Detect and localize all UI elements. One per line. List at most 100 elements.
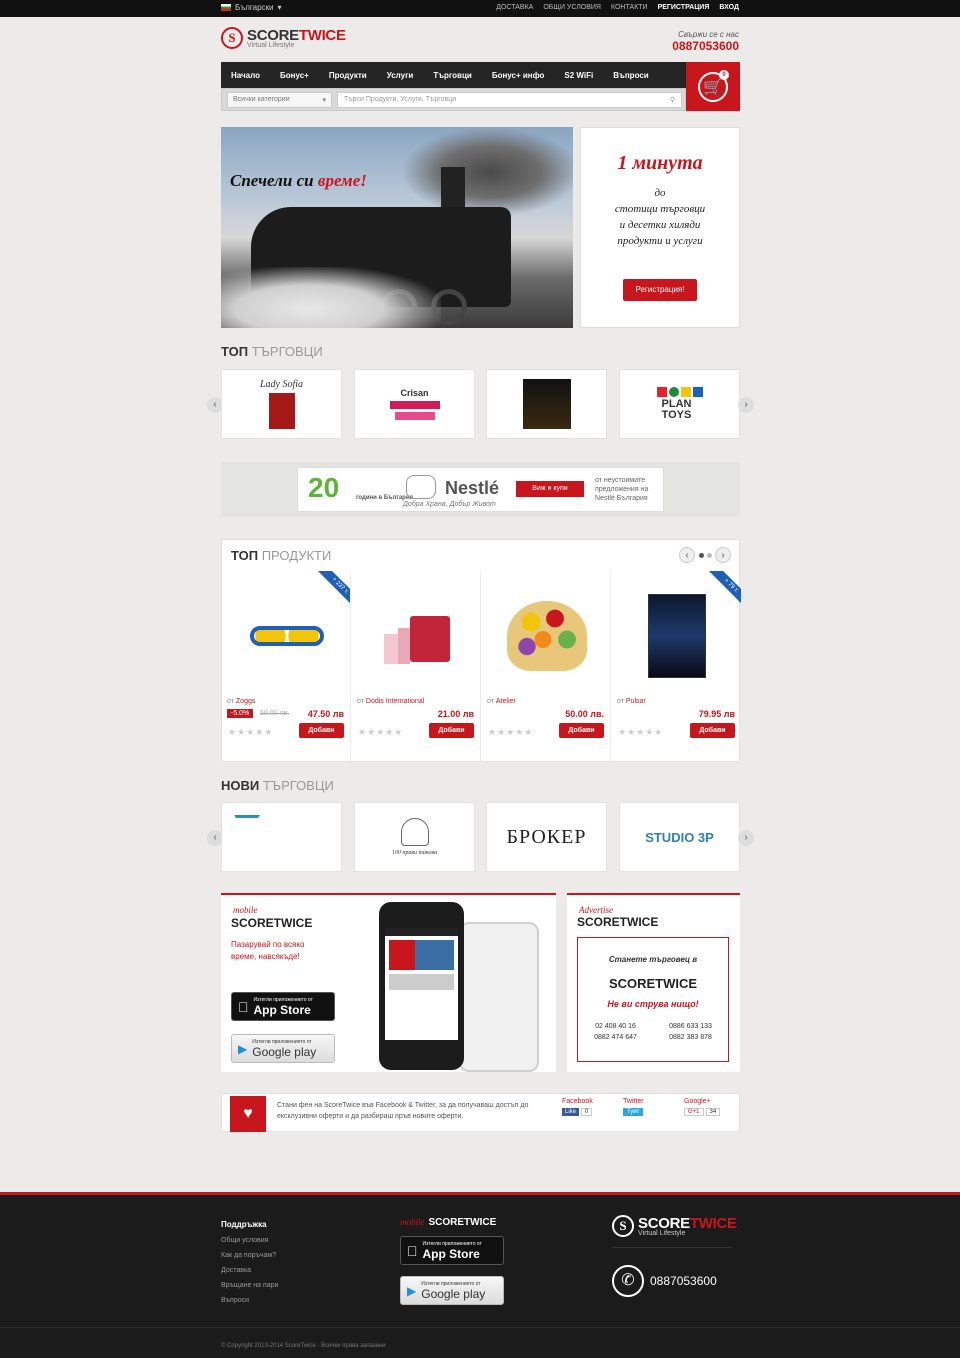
footer-link-terms[interactable]: Общи условия xyxy=(221,1237,278,1244)
promo-line: продукти и услуги xyxy=(617,235,703,247)
register-button[interactable]: Регистрация! xyxy=(623,279,697,301)
cart-button[interactable]: 🛒 0 xyxy=(686,62,740,111)
nav-item-bonus[interactable]: Бонус+ xyxy=(270,71,319,80)
gift-set-image xyxy=(382,606,452,666)
search-icon[interactable]: ⚲ xyxy=(670,96,675,104)
rating-stars[interactable]: ★★★★★ xyxy=(618,727,663,738)
products-next-arrow[interactable]: › xyxy=(715,547,731,563)
product-price: 21.00 лв xyxy=(437,709,474,719)
footer-google-play-button[interactable]: ▶ Изтегли приложението от Google play xyxy=(400,1276,504,1305)
merchant-card[interactable]: 100 прави такова xyxy=(354,802,475,872)
bulgaria-flag-icon xyxy=(221,4,231,11)
promo-line: стотици търговци xyxy=(614,203,706,215)
merchant-link[interactable]: Dodis International xyxy=(366,698,424,705)
merchant-logo-image xyxy=(389,401,440,409)
google-play-button[interactable]: ▶ Изтегли приложението от Google play xyxy=(231,1034,335,1063)
add-to-cart-button[interactable]: Добави xyxy=(559,723,604,738)
header-phone[interactable]: 0887053600 xyxy=(672,39,739,53)
merchant-card[interactable]: БРОКЕР xyxy=(486,802,607,872)
merchant-logo-text: PLAN TOYS xyxy=(661,398,692,421)
appstore-button[interactable]:  Изтегли приложението отApp Store xyxy=(231,992,335,1021)
footer-link-refund[interactable]: Връщане на пари xyxy=(221,1282,278,1289)
rating-stars[interactable]: ★★★★★ xyxy=(358,727,403,738)
twitter-tweet-button[interactable]: Туит xyxy=(623,1108,644,1116)
hero-smoke xyxy=(401,127,573,217)
product-card[interactable]: от Atelier 50.00 лв. ★★★★★ Добави xyxy=(482,571,611,761)
carousel-dot[interactable] xyxy=(699,553,704,558)
plantoys-shapes-icon xyxy=(656,387,703,397)
link-login[interactable]: ВХОД xyxy=(719,4,739,11)
merchant-link[interactable]: Zoggs xyxy=(236,698,255,705)
category-select[interactable]: Всички категории ▾ xyxy=(227,92,332,108)
link-terms[interactable]: ОБЩИ УСЛОВИЯ xyxy=(543,4,601,11)
hero-title-prefix: Спечели си xyxy=(230,171,314,190)
merchant-card[interactable]: Crisan xyxy=(354,369,475,439)
nav-item-services[interactable]: Услуги xyxy=(377,71,424,80)
add-to-cart-button[interactable]: Добави xyxy=(299,723,344,738)
products-prev-arrow[interactable]: ‹ xyxy=(679,547,695,563)
product-card[interactable]: от Dodis International 21.00 лв ★★★★★ До… xyxy=(352,571,481,761)
product-card[interactable]: + 79 т. от Pulsar 79.95 лв ★★★★★ Добави xyxy=(612,571,741,761)
google-play-icon: ▶ xyxy=(407,1283,417,1298)
hero-banner[interactable]: Спечели си време! xyxy=(221,127,573,328)
nav-item-bonus-info[interactable]: Бонус+ инфо xyxy=(482,71,555,80)
footer-link-faq[interactable]: Въпроси xyxy=(221,1297,278,1304)
footer-link-howto[interactable]: Как да поръчам? xyxy=(221,1252,278,1259)
chevron-down-icon: ▾ xyxy=(322,97,326,104)
nav-item-faq[interactable]: Въпроси xyxy=(603,71,658,80)
android-phone-image xyxy=(459,922,539,1072)
footer-link-delivery[interactable]: Доставка xyxy=(221,1267,278,1274)
carousel-dot[interactable] xyxy=(707,553,712,558)
diablo-game-image xyxy=(648,594,706,678)
nav-item-home[interactable]: Начало xyxy=(221,71,270,80)
language-selector[interactable]: Български ▾ xyxy=(221,3,282,12)
facebook-col: Facebook Like 0 xyxy=(562,1098,593,1116)
footer-mobile-brand: SCORETWICE xyxy=(428,1217,497,1228)
product-card[interactable]: + 237 т. от Zoggs -5.0% 50.00 лв. 47.50 … xyxy=(222,571,351,761)
header-contact: Свържи се с нас 0887053600 xyxy=(672,30,739,53)
nav-item-wifi[interactable]: S2 WiFi xyxy=(554,71,603,80)
mobile-script: mobile xyxy=(233,905,258,915)
merchant-card[interactable] xyxy=(221,802,342,872)
appstore-label: App Store xyxy=(412,1246,480,1261)
merchant-card[interactable]: STUDIO 3P xyxy=(619,802,740,872)
search-input[interactable]: Търси Продукти, Услуги, Търговци ⚲ xyxy=(337,92,682,108)
promo-box: 1 минута до стотици търговци и десетки х… xyxy=(580,127,740,328)
nav-item-merchants[interactable]: Търговци xyxy=(423,71,481,80)
link-register[interactable]: РЕГИСТРАЦИЯ xyxy=(658,4,710,11)
merchant-logo-image xyxy=(522,379,571,429)
add-to-cart-button[interactable]: Добави xyxy=(690,723,735,738)
merchant-card[interactable]: PLAN TOYS xyxy=(619,369,740,439)
copyright: © Copyright 2013-2014 ScoreTwice · Всичк… xyxy=(221,1343,386,1349)
footer-logo[interactable]: S SCORETWICE Virtual Lifestyle xyxy=(612,1215,737,1237)
rating-stars[interactable]: ★★★★★ xyxy=(488,727,533,738)
social-bar: ♥ Стани фен на ScoreTwice във Facebook &… xyxy=(221,1093,740,1132)
nestle-banner[interactable]: 20 години в България Nestlé Добра Храна,… xyxy=(297,467,664,512)
language-label: Български xyxy=(235,3,274,12)
site-logo[interactable]: S SCORETWICE Virtual Lifestyle xyxy=(221,27,346,49)
link-contacts[interactable]: КОНТАКТИ xyxy=(611,4,648,11)
carousel-next-arrow[interactable]: › xyxy=(738,830,754,846)
carousel-next-arrow[interactable]: › xyxy=(738,397,754,413)
advertise-phone: 0886 633 133 xyxy=(669,1023,712,1030)
google-plus-button[interactable]: G+1 xyxy=(684,1108,704,1116)
rating-stars[interactable]: ★★★★★ xyxy=(228,727,273,738)
category-select-value: Всички категории xyxy=(233,96,290,103)
phone-icon: ✆ xyxy=(612,1265,644,1297)
facebook-like-button[interactable]: Like xyxy=(562,1108,580,1116)
merchant-link[interactable]: Pulsar xyxy=(626,698,646,705)
footer-phone[interactable]: ✆ 0887053600 xyxy=(612,1265,717,1297)
footer-phone-number: 0887053600 xyxy=(650,1274,717,1288)
merchant-card[interactable]: Lady Sofia xyxy=(221,369,342,439)
add-to-cart-button[interactable]: Добави xyxy=(429,723,474,738)
merchant-card[interactable] xyxy=(486,369,607,439)
nav-item-products[interactable]: Продукти xyxy=(319,71,377,80)
advertise-inner[interactable]: Станете търговец в SCORETWICE Не ви стру… xyxy=(577,937,729,1062)
nestle-buy-button[interactable]: Виж и купи xyxy=(516,481,584,497)
gplay-label: Google play xyxy=(421,1286,486,1301)
link-delivery[interactable]: ДОСТАВКА xyxy=(496,4,533,11)
merchant-link[interactable]: Atelier xyxy=(496,698,516,705)
advertise-phone: 0882 474 647 xyxy=(594,1034,637,1041)
footer-appstore-button[interactable]:  Изтегли приложението отApp Store xyxy=(400,1236,504,1265)
fruit-bouquet-image xyxy=(507,601,587,671)
